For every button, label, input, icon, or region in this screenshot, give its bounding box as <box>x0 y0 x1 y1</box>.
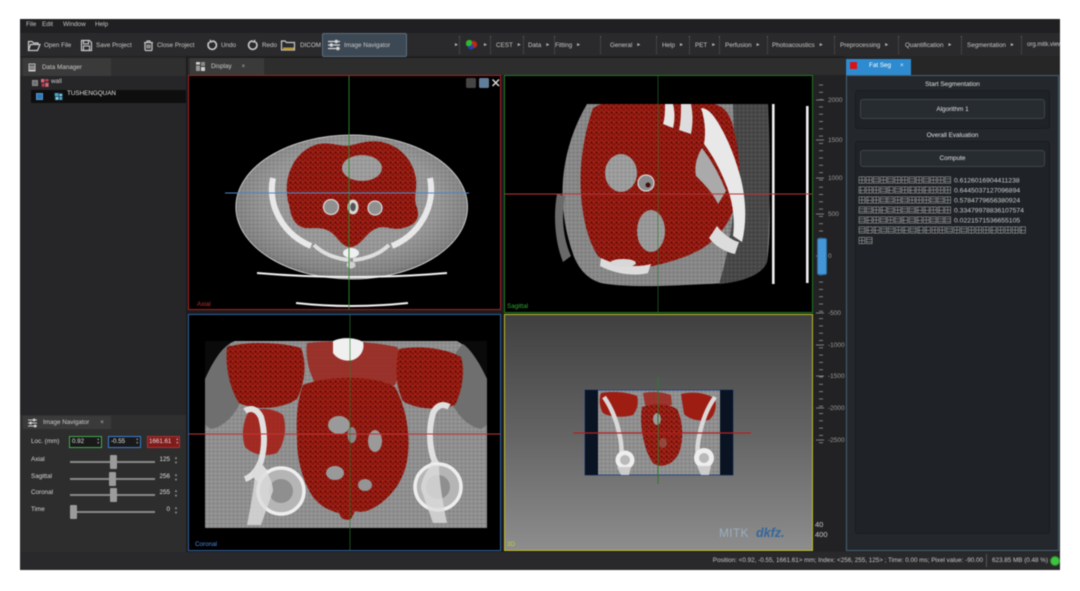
svg-text:-2000: -2000 <box>828 405 845 412</box>
svg-text:1500: 1500 <box>828 137 843 144</box>
svg-text:0.6126016904411238: 0.6126016904411238 <box>954 178 1020 185</box>
svg-text:-1500: -1500 <box>828 373 845 380</box>
svg-text:Sagittal: Sagittal <box>507 303 528 310</box>
svg-text:0.0221571536655105: 0.0221571536655105 <box>954 218 1020 225</box>
svg-text:Axial: Axial <box>197 301 211 308</box>
svg-text:-1000: -1000 <box>828 342 845 349</box>
svg-text:2000: 2000 <box>828 97 843 104</box>
svg-text:0.6445037127096894: 0.6445037127096894 <box>954 188 1020 195</box>
svg-text:Coronal: Coronal <box>195 541 217 548</box>
svg-text:3D: 3D <box>507 541 516 548</box>
svg-text:0: 0 <box>828 253 832 260</box>
svg-text:500: 500 <box>828 211 839 218</box>
svg-text:dkfz.: dkfz. <box>756 526 784 540</box>
svg-text:1000: 1000 <box>828 175 843 182</box>
svg-text:-2500: -2500 <box>828 437 845 444</box>
svg-text:MITK: MITK <box>719 526 749 540</box>
svg-text:-500: -500 <box>828 310 841 317</box>
svg-text:0.5784779656380924: 0.5784779656380924 <box>954 198 1020 205</box>
svg-text:0.33479978836107574: 0.33479978836107574 <box>954 208 1024 215</box>
